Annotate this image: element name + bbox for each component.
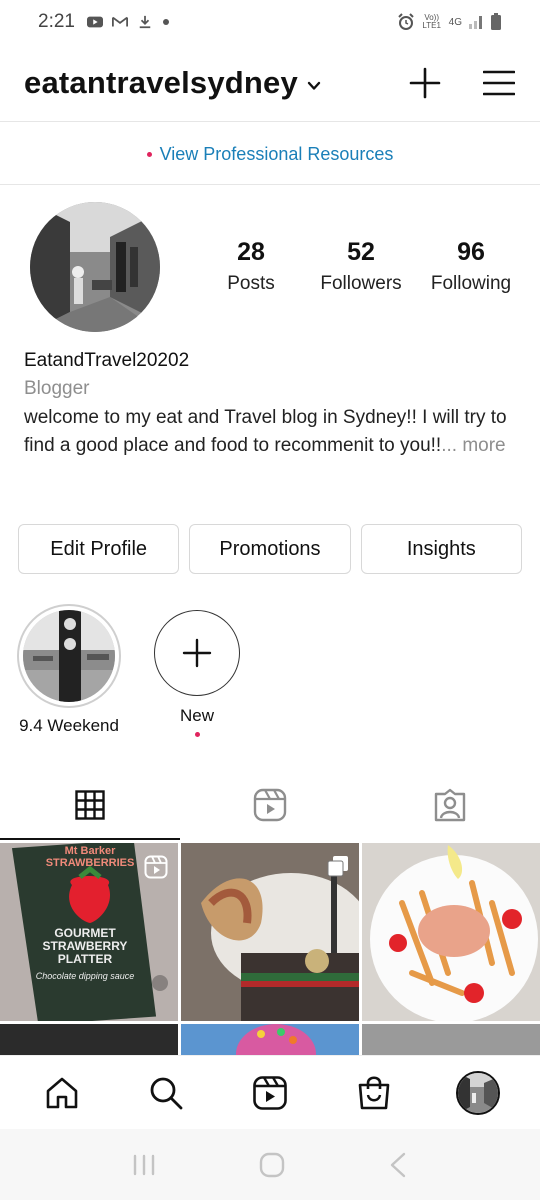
menu-button[interactable] [482, 66, 516, 100]
posts-count: 28 [237, 238, 265, 266]
profile-bio: EatandTravel20202 Blogger welcome to my … [24, 350, 524, 460]
post-text-sub: Chocolate dipping sauce [35, 971, 135, 981]
new-highlight-dot [194, 732, 200, 737]
highlight-new[interactable]: New [142, 604, 252, 737]
tagged-icon [434, 788, 466, 822]
chevron-down-icon[interactable] [306, 78, 322, 94]
status-right-icons: Vo)) LTE1 4G [397, 13, 502, 31]
followers-count: 52 [347, 238, 375, 266]
status-bar: 2:21 Vo)) LTE1 4G [0, 0, 540, 44]
followers-label: Followers [320, 273, 402, 294]
status-time: 2:21 [38, 11, 75, 32]
grid-post[interactable] [181, 1024, 359, 1055]
signal-icon [469, 16, 482, 29]
account-username[interactable]: eatantravelsydney [24, 65, 298, 101]
post-text-main: GOURMET STRAWBERRY PLATTER [42, 926, 128, 966]
search-icon [150, 1077, 183, 1109]
post-text-top: Mt Barker STRAWBERRIES [45, 845, 135, 869]
grid-post[interactable] [0, 1024, 178, 1055]
highlight-weekend[interactable]: 9.4 Weekend [14, 604, 124, 736]
post-pasta-photo [362, 843, 540, 1021]
highlight-ring [17, 604, 121, 708]
promotions-button[interactable]: Promotions [189, 524, 351, 574]
post-colorful-photo [181, 1024, 359, 1055]
profile-avatar [456, 1070, 500, 1115]
header-divider [0, 121, 540, 122]
nav-profile[interactable] [453, 1068, 503, 1118]
posts-stat[interactable]: 28 Posts [196, 238, 306, 295]
battery-icon [491, 13, 501, 30]
bio-text: welcome to my eat and Travel blog in Syd… [24, 404, 524, 460]
new-highlight-label: New [179, 706, 214, 725]
avatar-street-photo [30, 202, 160, 332]
profile-category: Blogger [24, 378, 90, 399]
tab-grid[interactable] [0, 770, 180, 840]
nav-shop[interactable] [349, 1068, 399, 1118]
highlight-beach-photo [23, 610, 115, 702]
profile-actions: Edit Profile Promotions Insights [18, 524, 522, 574]
back-icon[interactable] [386, 1151, 410, 1179]
bio-body: welcome to my eat and Travel blog in Syd… [24, 407, 507, 456]
new-highlight-circle [154, 610, 240, 696]
content-tabs [0, 770, 540, 840]
home-icon [46, 1077, 78, 1108]
nav-avatar-photo [458, 1072, 498, 1113]
pro-divider [0, 184, 540, 185]
profile-stats: 28 Posts 52 Followers 96 Following [196, 238, 526, 295]
create-button[interactable] [408, 66, 442, 100]
volte-icon: Vo)) LTE1 [422, 13, 441, 30]
recents-icon[interactable] [130, 1153, 158, 1177]
profile-header: eatantravelsydney [0, 48, 540, 118]
dot-icon [162, 19, 169, 25]
nav-search[interactable] [141, 1068, 191, 1118]
bio-more-link[interactable]: ... more [441, 435, 505, 456]
tab-reels[interactable] [180, 770, 360, 840]
status-left-icons [86, 15, 170, 29]
posts-label: Posts [227, 273, 275, 294]
shop-icon [358, 1075, 390, 1109]
youtube-icon [86, 16, 103, 28]
home-button-icon[interactable] [258, 1151, 286, 1179]
professional-resources-link[interactable]: View Professional Resources [0, 124, 540, 184]
following-count: 96 [457, 238, 485, 266]
following-stat[interactable]: 96 Following [416, 238, 526, 295]
notification-dot [146, 151, 152, 157]
highlight-label: 9.4 Weekend [19, 716, 119, 735]
following-label: Following [430, 273, 512, 294]
bottom-navigation [0, 1055, 540, 1129]
insights-button[interactable]: Insights [360, 524, 522, 574]
edit-profile-button[interactable]: Edit Profile [18, 524, 180, 574]
plus-icon [182, 638, 212, 668]
followers-stat[interactable]: 52 Followers [306, 238, 416, 295]
posts-grid: Mt Barker STRAWBERRIES GOURMET STRAWBERR… [0, 843, 540, 1055]
download-icon [139, 15, 151, 29]
grid-post[interactable] [362, 1024, 540, 1055]
mail-icon [111, 16, 128, 27]
alarm-icon [397, 13, 414, 30]
plus-icon [409, 67, 441, 99]
profile-avatar[interactable] [30, 202, 160, 332]
reels-icon [253, 1075, 287, 1110]
grid-post[interactable] [181, 843, 359, 1021]
reels-icon [144, 855, 168, 879]
grid-post[interactable] [362, 843, 540, 1021]
nav-reels[interactable] [245, 1068, 295, 1118]
grid-post[interactable]: Mt Barker STRAWBERRIES GOURMET STRAWBERR… [0, 843, 178, 1021]
system-navigation-bar [0, 1129, 540, 1200]
nav-home[interactable] [37, 1068, 87, 1118]
menu-icon [483, 70, 515, 96]
grid-icon [75, 790, 105, 820]
4g-icon: 4G [448, 16, 462, 28]
reels-icon [253, 788, 287, 822]
professional-resources-label: View Professional Resources [159, 143, 394, 164]
highlight-cover [23, 610, 115, 702]
header-actions [408, 66, 516, 100]
multi-icon [327, 856, 348, 877]
display-name: EatandTravel20202 [24, 350, 190, 371]
tab-tagged[interactable] [360, 770, 540, 840]
